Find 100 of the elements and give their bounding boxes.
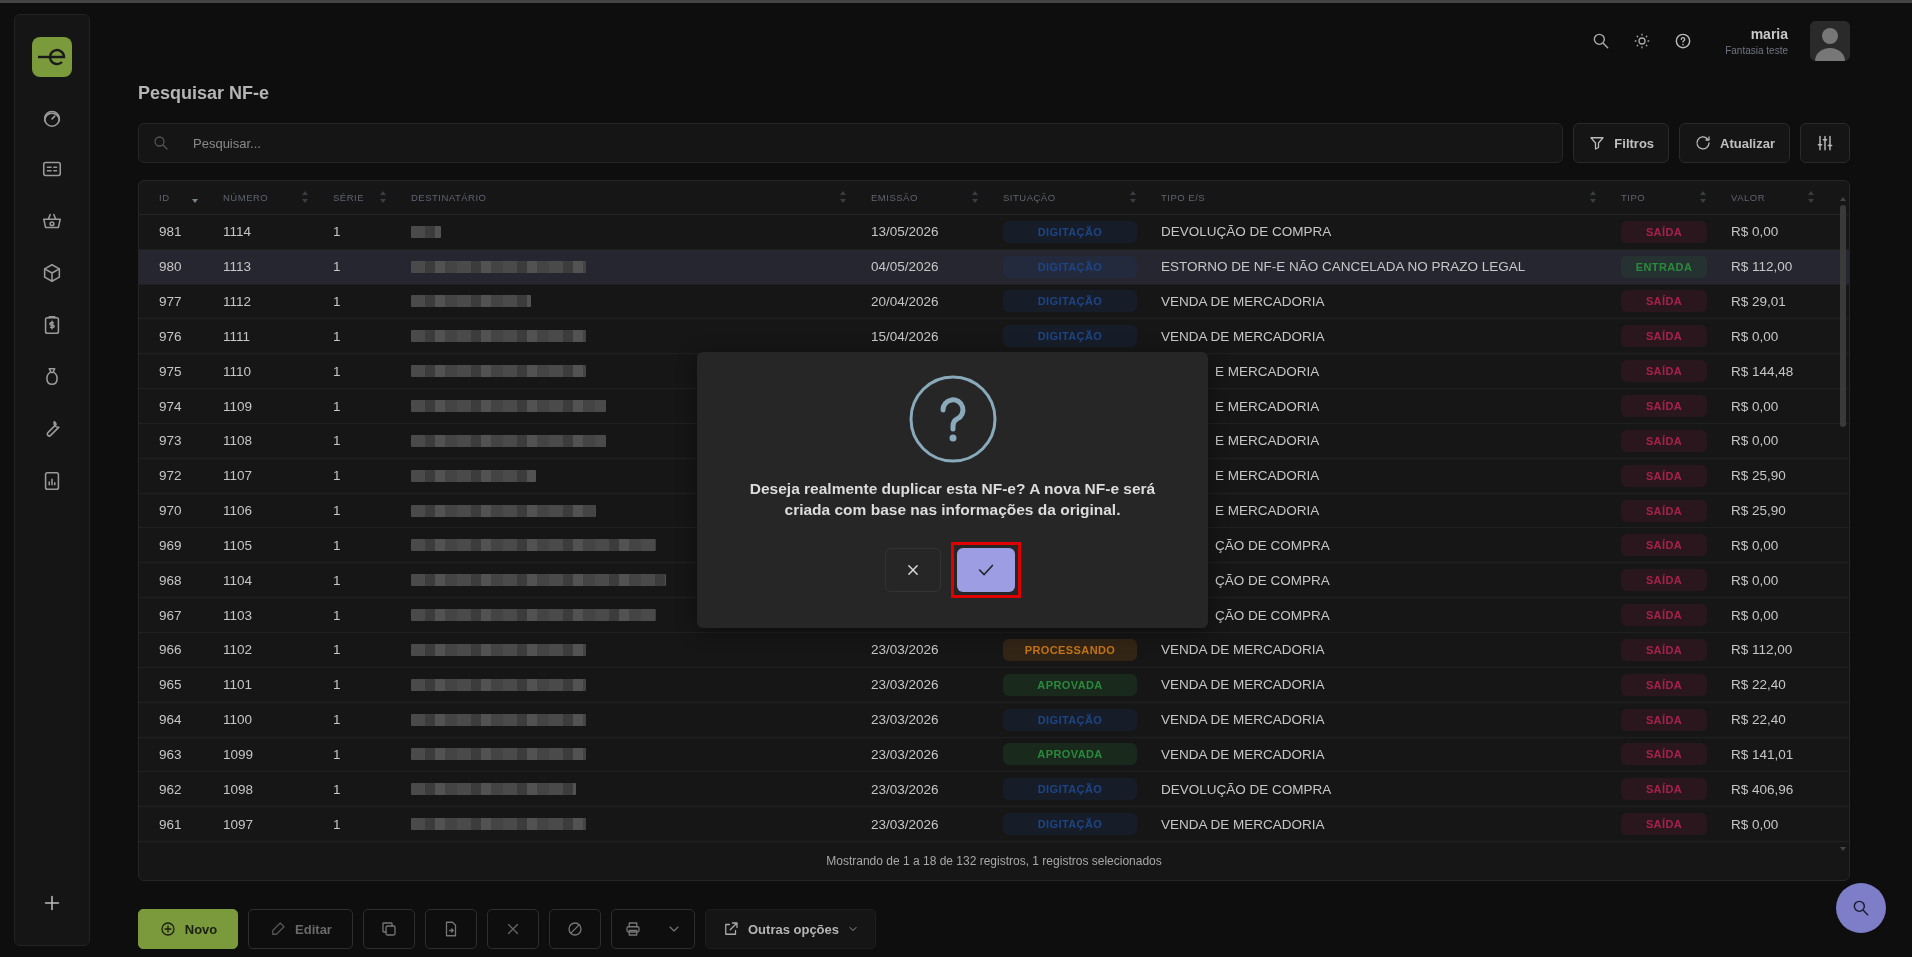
table-cell: 1 <box>333 468 341 484</box>
table-cell: 1112 <box>223 293 252 309</box>
sun-icon <box>1633 32 1652 50</box>
filter-icon <box>1588 134 1607 152</box>
column-header[interactable]: NÚMERO <box>223 191 269 203</box>
table-cell: 1 <box>333 816 341 832</box>
table-cell: R$ 0,00 <box>1731 607 1779 623</box>
type-badge: SAÍDA <box>1621 604 1707 627</box>
search-field[interactable]: Pesquisar... <box>138 123 1564 163</box>
theme-button[interactable] <box>1633 32 1652 50</box>
table-cell: R$ 0,00 <box>1731 328 1779 344</box>
table-cell: 970 <box>159 503 182 519</box>
table-cell: R$ 29,01 <box>1731 293 1786 309</box>
table-cell: 13/05/2026 <box>871 224 939 240</box>
column-header[interactable]: DESTINATÁRIO <box>411 191 487 203</box>
copy-icon <box>380 920 398 938</box>
table-cell: R$ 0,00 <box>1731 224 1779 240</box>
blurred-text <box>411 225 441 238</box>
table-cell: 1 <box>333 363 341 379</box>
more-options-button[interactable]: Outras opções <box>705 909 877 949</box>
new-button[interactable]: Novo <box>138 909 238 949</box>
table-cell: 1 <box>333 781 341 797</box>
table-cell: 963 <box>159 746 182 762</box>
status-badge: DIGITAÇÃO <box>1003 220 1137 243</box>
type-badge: SAÍDA <box>1621 464 1707 487</box>
table-cell: 23/03/2026 <box>871 781 939 797</box>
status-badge: DIGITAÇÃO <box>1003 255 1137 278</box>
type-badge: SAÍDA <box>1621 290 1707 313</box>
table-cell: 962 <box>159 781 182 797</box>
table-cell: VENDA DE MERCADORIA <box>1161 677 1325 693</box>
status-badge: DIGITAÇÃO <box>1003 708 1137 731</box>
table-cell: R$ 112,00 <box>1731 259 1793 275</box>
table-cell: R$ 0,00 <box>1731 572 1779 588</box>
table-cell: 973 <box>159 433 182 449</box>
confirm-button[interactable] <box>956 548 1015 592</box>
table-cell: R$ 22,40 <box>1731 712 1786 728</box>
column-header[interactable]: SITUAÇÃO <box>1003 191 1056 203</box>
status-badge: APROVADA <box>1003 743 1137 766</box>
copy-button[interactable] <box>363 909 415 949</box>
column-settings-button[interactable] <box>1800 123 1850 163</box>
table-cell: 981 <box>159 224 182 240</box>
user-name: maria <box>1749 26 1788 42</box>
table-cell: 1 <box>333 572 341 588</box>
search-icon <box>1851 898 1871 918</box>
table-footer: Mostrando de 1 a 18 de 132 registros, 1 registros selecionados <box>826 854 1162 869</box>
table-cell: ÇÃO DE COMPRA <box>1215 537 1330 553</box>
table-cell: R$ 112,00 <box>1731 642 1793 658</box>
table-cell: E MERCADORIA <box>1215 503 1320 519</box>
table-cell: 1108 <box>223 433 253 449</box>
type-badge: SAÍDA <box>1621 673 1707 696</box>
pencil-icon <box>269 920 288 938</box>
table-cell: 1098 <box>223 781 254 797</box>
type-badge: SAÍDA <box>1621 813 1707 836</box>
refresh-button[interactable]: Atualizar <box>1679 123 1790 163</box>
table-cell: ÇÃO DE COMPRA <box>1215 607 1330 623</box>
table-cell: 1 <box>333 746 341 762</box>
table-cell: 1107 <box>223 468 253 484</box>
table-cell: 1 <box>333 293 341 309</box>
export-button[interactable] <box>425 909 477 949</box>
table-cell: R$ 406,96 <box>1731 781 1794 797</box>
column-header[interactable]: EMISSÃO <box>871 191 918 203</box>
table-cell: E MERCADORIA <box>1215 363 1320 379</box>
column-header[interactable]: ID <box>159 191 170 203</box>
filters-button[interactable]: Filtros <box>1573 123 1670 163</box>
column-header[interactable]: TIPO E/S <box>1161 191 1206 203</box>
table-cell: R$ 144,48 <box>1731 363 1794 379</box>
table-cell: 1100 <box>223 712 253 728</box>
table-cell: 1111 <box>223 328 251 344</box>
column-header[interactable]: VALOR <box>1731 191 1765 203</box>
table-cell: 1 <box>333 712 341 728</box>
table-cell: R$ 0,00 <box>1731 537 1779 553</box>
type-badge: SAÍDA <box>1621 708 1707 731</box>
type-badge: SAÍDA <box>1621 778 1707 801</box>
table-cell: VENDA DE MERCADORIA <box>1161 746 1325 762</box>
avatar-icon[interactable] <box>1810 21 1850 61</box>
page-title: Pesquisar NF-e <box>138 82 271 105</box>
table-cell: R$ 141,01 <box>1731 746 1794 762</box>
disable-button[interactable] <box>549 909 601 949</box>
table-cell: 1 <box>333 328 341 344</box>
close-button[interactable] <box>884 548 941 592</box>
table-cell: 961 <box>159 816 182 832</box>
table-cell: R$ 0,00 <box>1731 816 1779 832</box>
status-badge: DIGITAÇÃO <box>1003 290 1137 313</box>
question-icon <box>907 374 998 464</box>
type-badge: SAÍDA <box>1621 325 1707 348</box>
table-cell: 1109 <box>223 398 253 414</box>
type-badge: SAÍDA <box>1621 395 1707 417</box>
column-header[interactable]: TIPO <box>1621 191 1646 203</box>
logo-icon[interactable] <box>32 37 72 77</box>
status-badge: DIGITAÇÃO <box>1003 813 1137 836</box>
table-cell: 1 <box>333 398 341 414</box>
type-badge: SAÍDA <box>1621 360 1707 383</box>
table-cell: 23/03/2026 <box>871 677 939 693</box>
table-cell: 23/03/2026 <box>871 816 939 832</box>
column-header[interactable]: SÉRIE <box>333 191 364 203</box>
table-cell: 1105 <box>223 537 253 553</box>
box-icon <box>41 262 63 284</box>
search-button[interactable] <box>1836 883 1886 933</box>
table-cell: 20/04/2026 <box>871 293 939 309</box>
search-icon <box>152 134 170 152</box>
